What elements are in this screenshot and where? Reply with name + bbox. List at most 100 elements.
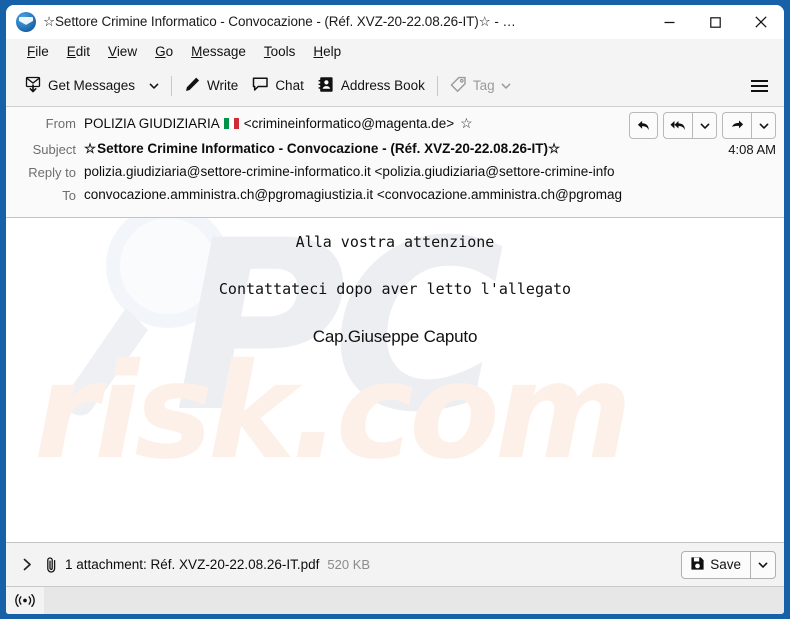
reply-all-group — [663, 112, 717, 139]
chevron-right-icon — [23, 558, 31, 571]
tag-button[interactable]: Tag — [443, 71, 518, 101]
forward-button[interactable] — [722, 112, 751, 139]
from-address[interactable]: <crimineinformatico@magenta.de> — [244, 116, 454, 131]
reply-icon — [637, 120, 649, 131]
save-button-group: Save — [681, 550, 776, 579]
header-row-reply-to: Reply to polizia.giudiziaria@settore-cri… — [6, 163, 784, 185]
tag-label: Tag — [472, 78, 495, 93]
menu-go-label: o — [165, 44, 174, 59]
address-book-button[interactable]: Address Book — [311, 71, 432, 101]
online-status-button[interactable] — [6, 587, 44, 614]
menu-message[interactable]: Message — [182, 42, 255, 61]
save-button[interactable]: Save — [681, 550, 750, 579]
header-row-to: To convocazione.amministra.ch@pgromagius… — [6, 186, 784, 208]
menu-file-accesskey: F — [27, 44, 36, 59]
reply-button[interactable] — [629, 112, 658, 139]
message-time: 4:08 AM — [728, 142, 776, 157]
menu-view[interactable]: View — [99, 42, 146, 61]
write-button[interactable]: Write — [177, 71, 245, 101]
subject-value: ☆Settore Crimine Informatico - Convocazi… — [84, 140, 718, 157]
to-value[interactable]: convocazione.amministra.ch@pgromagiustiz… — [84, 186, 776, 202]
attachment-name[interactable]: 1 attachment: Réf. XVZ-20-22.08.26-IT.pd… — [65, 557, 319, 572]
main-toolbar: Get Messages Write Chat Address Book Tag — [6, 65, 784, 107]
menu-help-accesskey: H — [313, 44, 324, 59]
message-header: From POLIZIA GIUDIZIARIA <crimineinforma… — [6, 107, 784, 218]
menu-bar: File Edit View Go Message Tools Help — [6, 39, 784, 65]
menu-view-accesskey: V — [108, 44, 117, 59]
hamburger-line — [750, 79, 768, 82]
italy-flag-icon — [223, 118, 239, 129]
thunderbird-window: ☆Settore Crimine Informatico - Convocazi… — [6, 5, 784, 614]
chat-bubble-icon — [252, 76, 269, 96]
save-label: Save — [710, 557, 741, 572]
star-contact-icon[interactable]: ☆ — [460, 115, 473, 132]
toolbar-separator-2 — [436, 75, 438, 96]
forward-group — [722, 112, 776, 139]
menu-edit[interactable]: Edit — [58, 42, 99, 61]
menu-file[interactable]: File — [18, 42, 58, 61]
subject-label: Subject — [32, 142, 76, 157]
reply-all-dropdown[interactable] — [692, 112, 717, 139]
body-line-2: Contattateci dopo aver letto l'allegato — [218, 280, 572, 298]
subject-star-trailing: ☆ — [547, 141, 561, 156]
write-label: Write — [207, 78, 239, 93]
menu-file-label: ile — [35, 44, 49, 59]
get-messages-icon — [25, 76, 42, 96]
save-dropdown[interactable] — [750, 550, 776, 579]
tag-icon — [450, 76, 467, 96]
minimize-button[interactable] — [646, 5, 692, 39]
get-messages-dropdown[interactable] — [142, 71, 166, 101]
menu-help-label: elp — [323, 44, 342, 59]
toolbar-separator-1 — [171, 75, 173, 96]
header-row-subject: Subject ☆Settore Crimine Informatico - C… — [6, 140, 784, 162]
address-book-label: Address Book — [340, 78, 425, 93]
chevron-down-icon — [149, 83, 159, 89]
hamburger-line — [750, 84, 768, 87]
body-line-1: Alla vostra attenzione — [295, 233, 495, 251]
pencil-icon — [184, 76, 201, 96]
menu-edit-accesskey: E — [66, 44, 76, 59]
save-disk-icon — [690, 556, 705, 574]
chevron-down-icon — [700, 123, 709, 129]
watermark-risk-text: risk.com — [34, 335, 632, 489]
attachment-expander[interactable] — [16, 554, 38, 576]
reply-to-label: Reply to — [28, 165, 76, 180]
to-label: To — [62, 188, 76, 203]
window-controls — [646, 5, 784, 39]
chevron-down-icon — [758, 562, 768, 568]
menu-tools-label: ools — [270, 44, 296, 59]
from-display-name[interactable]: POLIZIA GIUDIZIARIA — [84, 116, 220, 131]
message-text-content: Alla vostra attenzione Contattateci dopo… — [6, 218, 784, 347]
menu-message-accesskey: M — [191, 44, 203, 59]
chevron-down-icon — [501, 83, 511, 89]
menu-edit-label: dit — [75, 44, 91, 59]
subject-star-leading: ☆ — [84, 141, 97, 156]
forward-dropdown[interactable] — [751, 112, 776, 139]
address-book-icon — [318, 76, 335, 96]
menu-view-label: iew — [116, 44, 138, 59]
get-messages-button[interactable]: Get Messages — [18, 71, 142, 101]
get-messages-label: Get Messages — [48, 78, 136, 93]
hamburger-line — [750, 89, 768, 92]
menu-help[interactable]: Help — [304, 42, 350, 61]
from-label: From — [45, 116, 76, 131]
menu-tools[interactable]: Tools — [255, 42, 305, 61]
forward-icon — [731, 120, 743, 129]
attachment-size: 520 KB — [327, 557, 371, 572]
chevron-down-icon — [759, 123, 768, 129]
paperclip-icon — [44, 556, 59, 574]
app-menu-button[interactable] — [744, 71, 774, 101]
close-button[interactable] — [738, 5, 784, 39]
menu-tools-accesskey: T — [263, 44, 271, 59]
window-title: ☆Settore Crimine Informatico - Convocazi… — [43, 14, 516, 29]
reply-to-value[interactable]: polizia.giudiziaria@settore-crimine-info… — [84, 163, 776, 179]
chat-button[interactable]: Chat — [245, 71, 311, 101]
reply-button-group — [629, 112, 776, 139]
reply-all-button[interactable] — [663, 112, 692, 139]
subject-text: Settore Crimine Informatico - Convocazio… — [97, 141, 548, 156]
menu-message-label: essage — [202, 44, 246, 59]
maximize-button[interactable] — [692, 5, 738, 39]
chat-label: Chat — [275, 78, 304, 93]
menu-go[interactable]: Go — [146, 42, 182, 61]
from-value: POLIZIA GIUDIZIARIA <crimineinformatico@… — [84, 114, 619, 132]
